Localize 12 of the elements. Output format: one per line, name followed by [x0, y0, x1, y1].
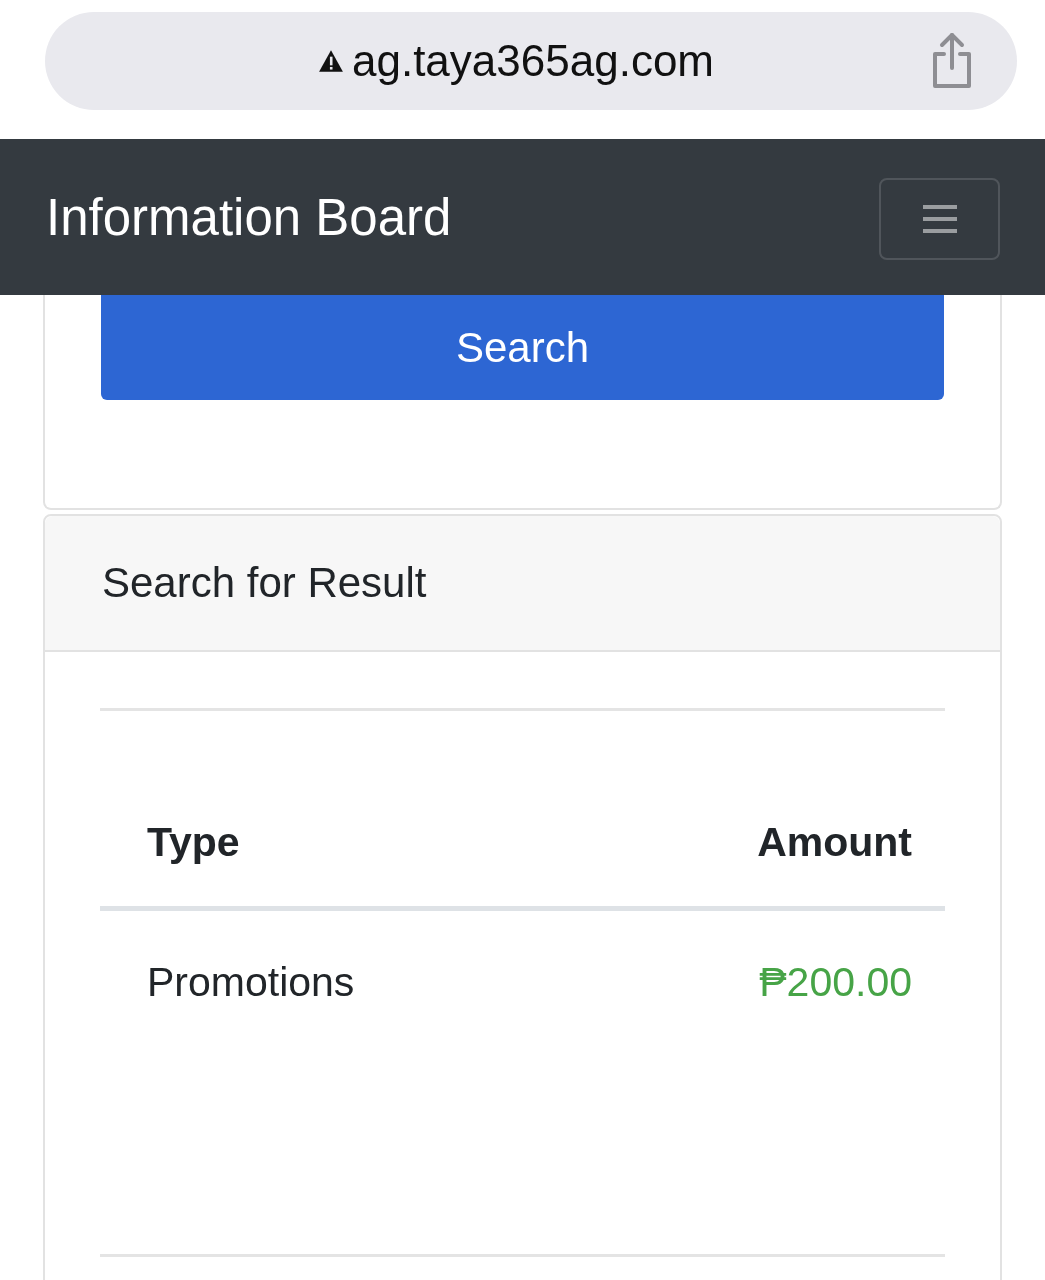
table-cell: Promotions	[100, 908, 565, 1046]
search-button[interactable]: Search	[101, 295, 944, 400]
menu-icon	[922, 204, 957, 234]
menu-button[interactable]	[879, 178, 1000, 260]
navbar-title[interactable]: Information Board	[46, 187, 452, 247]
warning-icon	[317, 49, 344, 73]
column-header: Type	[100, 807, 565, 909]
card-title: Search for Result	[102, 559, 427, 607]
amount-cell: ₱200.00	[565, 908, 945, 1046]
url-text: ag.taya365ag.com	[351, 36, 714, 86]
column-header: Amount	[565, 807, 945, 909]
address-bar[interactable]: ag.taya365ag.com	[45, 12, 1017, 110]
